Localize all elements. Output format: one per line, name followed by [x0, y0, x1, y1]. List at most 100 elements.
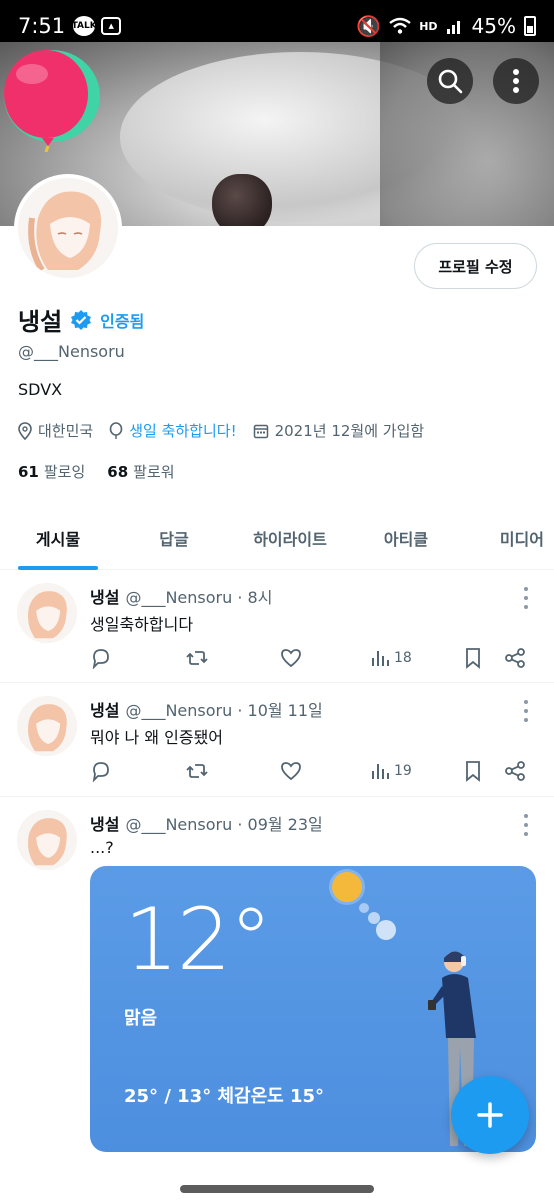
avatar-illustration-icon: [17, 810, 77, 870]
compose-post-button[interactable]: [451, 1076, 529, 1154]
post-more-button[interactable]: [520, 814, 532, 836]
post-text: 생일축하합니다: [90, 615, 194, 634]
cloud-puffs-icon: [359, 903, 396, 940]
post-author-name[interactable]: 냉설: [90, 815, 119, 834]
post-header: 냉설 @___Nensoru · 8시: [90, 584, 272, 608]
repost-icon: [186, 651, 208, 665]
bookmark-button[interactable]: [464, 647, 482, 669]
analytics-icon: [372, 764, 389, 779]
tab-highlights[interactable]: 하이라이트: [232, 506, 348, 570]
more-options-button[interactable]: [493, 58, 539, 104]
profile-name-row: 냉설 인증됨: [18, 302, 144, 337]
heart-icon: [281, 649, 301, 668]
talk-notification-icon: TALK: [72, 16, 97, 36]
gallery-notification-icon: ▲: [101, 17, 122, 35]
joined-text: 2021년 12월에 가입함: [274, 422, 425, 440]
status-time: 7:51: [18, 14, 66, 38]
followers-link[interactable]: 68 팔로워: [107, 461, 174, 482]
location-text: 대한민국: [38, 422, 94, 440]
home-indicator[interactable]: [180, 1185, 374, 1193]
views-button[interactable]: 19: [370, 761, 412, 781]
birthday-item[interactable]: 생일 축하합니다!: [109, 420, 237, 441]
post-avatar[interactable]: [17, 696, 77, 756]
profile-handle: @___Nensoru: [18, 342, 125, 361]
avatar-illustration-icon: [17, 696, 77, 756]
birthday-text[interactable]: 생일 축하합니다!: [129, 420, 236, 441]
like-button[interactable]: [280, 647, 302, 669]
verified-badge-icon[interactable]: [70, 309, 92, 331]
repost-icon: [186, 764, 208, 778]
share-button[interactable]: [504, 647, 526, 669]
plus-icon: [477, 1102, 503, 1128]
following-label: 팔로잉: [43, 463, 86, 481]
post-text: 뭐야 나 왜 인증됐어: [90, 728, 224, 747]
following-link[interactable]: 61 팔로잉: [18, 461, 85, 482]
views-count: 18: [394, 650, 412, 666]
post-item[interactable]: 냉설 @___Nensoru · 8시 생일축하합니다 18: [0, 571, 554, 683]
verified-label[interactable]: 인증됨: [100, 308, 144, 332]
search-icon: [438, 69, 463, 94]
bookmark-icon: [466, 761, 480, 782]
post-item[interactable]: 냉설 @___Nensoru · 10월 11일 뭐야 나 왜 인증됐어 19: [0, 684, 554, 797]
joined-item: 2021년 12월에 가입함: [253, 420, 425, 441]
calendar-icon: [253, 424, 268, 438]
birthday-balloon-icon: [4, 50, 100, 152]
reply-icon: [92, 762, 109, 782]
share-icon: [505, 648, 525, 668]
views-count: 19: [394, 763, 412, 779]
profile-tabs: 게시물 답글 하이라이트 아티클 미디어: [0, 506, 554, 570]
post-meta: @___Nensoru · 09월 23일: [125, 815, 323, 834]
post-author-name[interactable]: 냉설: [90, 701, 119, 720]
display-name: 냉설: [18, 308, 63, 336]
like-button[interactable]: [280, 760, 302, 782]
tab-media[interactable]: 미디어: [464, 506, 554, 570]
reply-icon: [92, 649, 109, 669]
avatar-illustration-icon: [18, 178, 118, 278]
reply-button[interactable]: [90, 760, 112, 782]
tab-replies[interactable]: 답글: [116, 506, 232, 570]
reply-button[interactable]: [90, 647, 112, 669]
hd-voice-icon: HD: [419, 19, 438, 33]
views-button[interactable]: 18: [370, 648, 412, 668]
post-header: 냉설 @___Nensoru · 10월 11일: [90, 697, 323, 721]
banner-dog-nose: [212, 174, 272, 226]
avatar-illustration-icon: [17, 583, 77, 643]
repost-button[interactable]: [186, 647, 208, 669]
post-more-button[interactable]: [520, 700, 532, 722]
followers-label: 팔로워: [133, 463, 175, 481]
following-count: 61: [18, 463, 39, 481]
follow-stats: 61 팔로잉 68 팔로워: [18, 461, 175, 482]
post-text: ...?: [90, 838, 114, 857]
profile-avatar[interactable]: [14, 174, 122, 282]
post-avatar[interactable]: [17, 810, 77, 870]
post-meta: @___Nensoru · 8시: [125, 588, 273, 607]
repost-button[interactable]: [186, 760, 208, 782]
wifi-icon: [389, 17, 411, 34]
weather-condition: 맑음: [124, 1008, 158, 1029]
signal-icon: [446, 21, 460, 34]
weather-range: 25° / 13° 체감온도 15°: [124, 1086, 325, 1107]
post-actions: 18: [90, 644, 530, 672]
bookmark-icon: [466, 648, 480, 669]
post-avatar[interactable]: [17, 583, 77, 643]
search-button[interactable]: [427, 58, 473, 104]
post-author-name[interactable]: 냉설: [90, 588, 119, 607]
balloon-icon: [109, 421, 123, 439]
analytics-icon: [372, 651, 389, 666]
battery-icon: [524, 16, 536, 36]
post-header: 냉설 @___Nensoru · 09월 23일: [90, 811, 323, 835]
more-vertical-icon: [513, 69, 519, 93]
edit-profile-button[interactable]: 프로필 수정: [414, 243, 537, 289]
battery-percent: 45%: [471, 14, 516, 38]
location-item: 대한민국: [18, 420, 93, 441]
bookmark-button[interactable]: [464, 760, 482, 782]
post-actions: 19: [90, 757, 530, 785]
heart-icon: [281, 762, 301, 781]
tab-posts[interactable]: 게시물: [0, 506, 116, 570]
followers-count: 68: [107, 463, 129, 481]
tab-articles[interactable]: 아티클: [348, 506, 464, 570]
sun-icon: [332, 872, 362, 902]
share-button[interactable]: [504, 760, 526, 782]
weather-temperature: 12°: [124, 890, 272, 990]
post-more-button[interactable]: [520, 587, 532, 609]
